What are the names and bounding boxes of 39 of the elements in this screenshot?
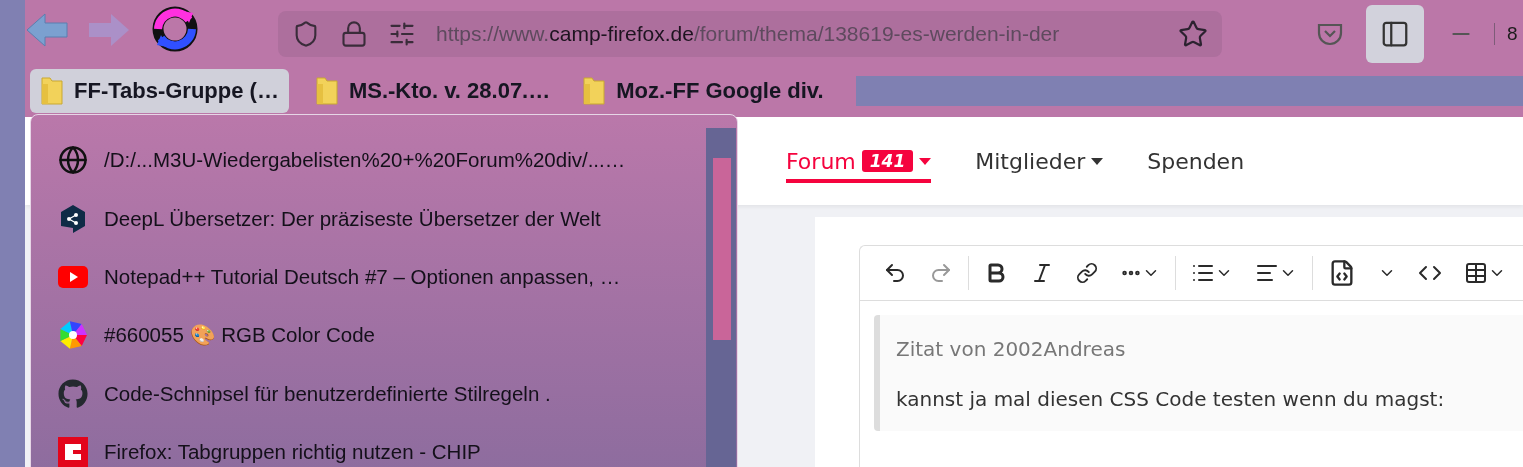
nav-link[interactable]: Mitglieder <box>975 139 1104 183</box>
color-wheel-icon <box>58 320 88 351</box>
folder-icon <box>40 76 64 106</box>
address-bar[interactable]: https://www.camp-firefox.de/forum/thema/138619-es-werden-in-der <box>278 11 1222 57</box>
quote-text: kannst ja mal diesen CSS Code testen wenn du magst: <box>896 387 1446 411</box>
menu-item[interactable]: Notepad++ Tutorial Deutsch #7 – Optionen anpassen, … <box>31 247 737 307</box>
url-text: https://www.camp-firefox.de/forum/thema/138619-es-werden-in-der <box>436 22 1061 46</box>
menu-item[interactable]: Code-Schnipsel für benutzerdefinierte Stilregeln . <box>31 364 737 423</box>
bookmark-folder[interactable]: MS.-Kto. v. 28.07.… <box>304 69 561 113</box>
play-icon <box>58 265 88 288</box>
nav-link[interactable]: Forum 141 <box>786 139 932 183</box>
share-hexagon-icon <box>58 203 88 234</box>
undo-icon[interactable] <box>883 261 907 285</box>
nav-link[interactable]: Spenden <box>1147 139 1245 183</box>
redo-icon[interactable] <box>929 261 953 285</box>
link-icon[interactable] <box>1076 262 1098 284</box>
star-icon[interactable] <box>1178 19 1208 49</box>
sidebar-button[interactable] <box>1366 5 1424 63</box>
bookmark-folder[interactable]: Moz.-FF Google div. <box>572 69 834 113</box>
bookmark-folder[interactable]: FF-Tabs-Gruppe (… <box>30 69 289 113</box>
lock-icon[interactable] <box>340 20 368 48</box>
menu-item[interactable]: #660055 🎨 RGB Color Code <box>31 306 737 365</box>
menu-item[interactable]: /D:/...M3U-Wiedergabelisten%20+%20Forum%20div/...… <box>31 131 737 190</box>
scrollbar-thumb[interactable] <box>713 158 731 340</box>
table-icon[interactable] <box>1464 261 1488 285</box>
sidebar-icon <box>1380 19 1410 49</box>
octocat-icon <box>58 378 88 409</box>
permissions-icon[interactable] <box>388 20 416 48</box>
folder-icon <box>582 76 607 106</box>
menu-item[interactable]: Firefox: Tabgruppen richtig nutzen - CHIP <box>31 422 737 467</box>
menu-item[interactable]: DeepL Übersetzer: Der präziseste Übersetzer der Welt <box>31 189 737 248</box>
editor[interactable]: Zitat von 2002Andreas kannst ja mal diesen CSS Code testen wenn du magst: <box>859 245 1523 467</box>
count-badge: 141 <box>861 150 914 172</box>
zoom-level: 8 <box>1494 23 1518 45</box>
folder-icon <box>314 76 339 106</box>
scrollbar-track[interactable] <box>706 128 736 467</box>
chip-logo-icon <box>58 437 88 467</box>
quote-title: Zitat von 2002Andreas <box>896 337 1127 361</box>
globe-icon <box>58 145 88 176</box>
